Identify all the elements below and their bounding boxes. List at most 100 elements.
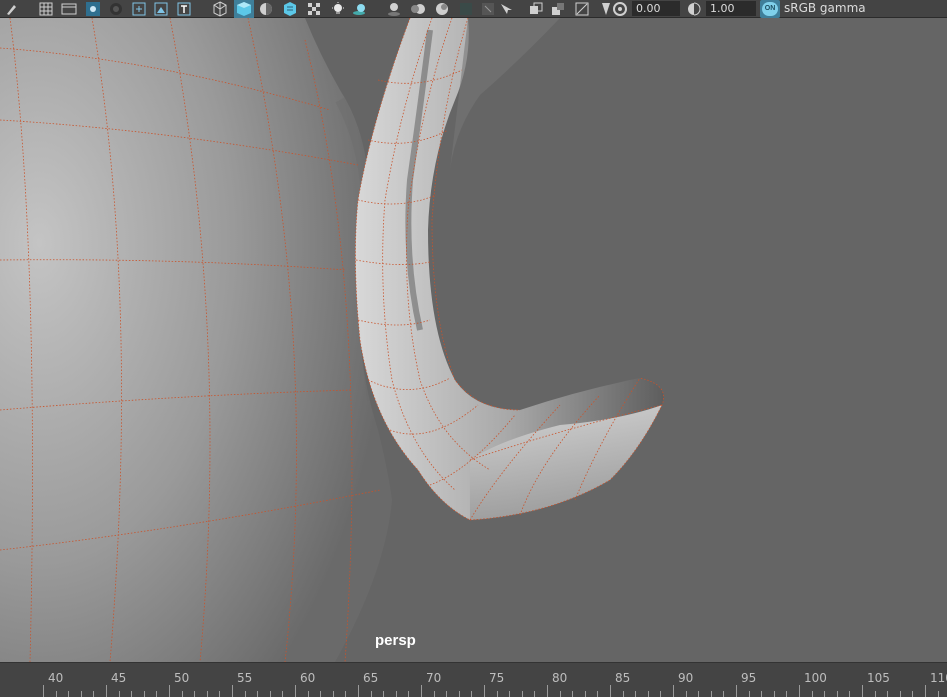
- time-tick-mark: [547, 685, 548, 697]
- time-tick-mark: [282, 691, 284, 697]
- safe-title-icon[interactable]: [153, 1, 169, 17]
- time-tick-mark: [761, 691, 763, 697]
- time-tick-mark: [320, 691, 322, 697]
- text-overlay-icon[interactable]: [176, 1, 192, 17]
- time-tick-mark: [685, 691, 687, 697]
- time-tick-label: 80: [552, 671, 568, 685]
- time-tick-mark: [131, 691, 133, 697]
- time-tick-mark: [610, 685, 611, 697]
- time-tick-mark: [169, 685, 170, 697]
- safe-action-icon[interactable]: [131, 1, 147, 17]
- motion-blur-icon[interactable]: [410, 1, 426, 17]
- time-tick-mark: [799, 685, 800, 697]
- anti-aliasing-icon[interactable]: [434, 1, 450, 17]
- time-tick-mark: [156, 691, 158, 697]
- view-transform-label[interactable]: sRGB gamma: [784, 1, 944, 16]
- time-tick-mark: [433, 691, 435, 697]
- time-tick-mark: [93, 691, 95, 697]
- field-chart-icon[interactable]: [108, 1, 124, 17]
- backface-icon[interactable]: [574, 1, 590, 17]
- camera-label: persp: [375, 632, 416, 649]
- gamma-icon[interactable]: [686, 1, 702, 17]
- resolution-gate-icon[interactable]: [85, 1, 101, 17]
- time-tick-mark: [421, 685, 422, 697]
- time-tick-mark: [710, 691, 712, 697]
- time-tick-mark: [899, 691, 901, 697]
- time-tick-label: 70: [426, 671, 442, 685]
- time-tick-mark: [874, 691, 876, 697]
- time-tick-mark: [106, 685, 107, 697]
- time-tick-mark: [912, 691, 914, 697]
- time-tick-label: 55: [237, 671, 253, 685]
- time-tick-label: 50: [174, 671, 190, 685]
- time-tick-mark: [748, 691, 750, 697]
- time-tick-mark: [295, 685, 296, 697]
- time-tick-mark: [55, 691, 57, 697]
- time-tick-mark: [232, 685, 233, 697]
- time-tick-mark: [80, 691, 82, 697]
- 3d-viewport[interactable]: persp: [0, 18, 947, 662]
- time-tick-label: 75: [489, 671, 505, 685]
- time-tick-mark: [181, 691, 183, 697]
- time-tick-mark: [849, 691, 851, 697]
- time-tick-mark: [496, 691, 498, 697]
- time-tick-mark: [925, 685, 926, 697]
- wireframe-icon[interactable]: [212, 1, 228, 17]
- ambient-occlusion-icon[interactable]: [386, 1, 402, 17]
- time-tick-label: 100: [804, 671, 827, 685]
- time-tick-mark: [723, 691, 725, 697]
- grid-icon[interactable]: [38, 1, 54, 17]
- checker-icon[interactable]: [306, 1, 322, 17]
- time-tick-mark: [862, 685, 863, 697]
- time-tick-mark: [307, 691, 309, 697]
- default-material-icon[interactable]: [258, 1, 274, 17]
- gamma-field[interactable]: 1.00: [706, 1, 756, 16]
- time-tick-mark: [370, 691, 372, 697]
- time-tick-mark: [534, 691, 536, 697]
- color-management-toggle[interactable]: ON: [760, 0, 780, 18]
- time-tick-label: 95: [741, 671, 757, 685]
- time-tick-mark: [647, 691, 649, 697]
- shadows-icon[interactable]: [352, 1, 368, 17]
- time-tick-mark: [143, 691, 145, 697]
- film-gate-icon[interactable]: [61, 1, 77, 17]
- lights-icon[interactable]: [330, 1, 346, 17]
- time-tick-label: 60: [300, 671, 316, 685]
- color-management-badge: ON: [762, 2, 778, 16]
- time-tick-label: 65: [363, 671, 379, 685]
- paint-brush-icon[interactable]: [3, 1, 19, 17]
- time-tick-mark: [736, 685, 737, 697]
- teapot-body: [0, 18, 392, 662]
- time-tick-label: 40: [48, 671, 64, 685]
- time-tick-mark: [559, 691, 561, 697]
- viewport-scene: persp: [0, 18, 665, 662]
- time-tick-label: 90: [678, 671, 694, 685]
- xray-icon[interactable]: [498, 1, 514, 17]
- time-tick-mark: [887, 691, 889, 697]
- time-tick-mark: [446, 691, 448, 697]
- time-tick-mark: [206, 691, 208, 697]
- isolate-select-icon[interactable]: [480, 1, 496, 17]
- time-slider[interactable]: 40 45 50 55 60 65 70 75 80 85 90 95 100 105 110: [0, 662, 947, 697]
- time-tick-mark: [584, 691, 586, 697]
- time-tick-mark: [458, 691, 460, 697]
- time-tick-mark: [408, 691, 410, 697]
- depth-of-field-icon[interactable]: [458, 1, 474, 17]
- time-tick-mark: [43, 685, 44, 697]
- time-tick-mark: [484, 685, 485, 697]
- time-tick-mark: [219, 691, 221, 697]
- time-tick-mark: [358, 685, 359, 697]
- time-tick-label: 45: [111, 671, 127, 685]
- time-tick-label: 85: [615, 671, 631, 685]
- exposure-icon[interactable]: [612, 1, 628, 17]
- time-tick-mark: [244, 691, 246, 697]
- textured-icon[interactable]: [282, 1, 298, 17]
- time-tick-mark: [811, 691, 813, 697]
- xray-joints-icon[interactable]: [528, 1, 544, 17]
- time-tick-mark: [68, 691, 70, 697]
- xray-components-icon[interactable]: [550, 1, 566, 17]
- time-tick-mark: [269, 691, 271, 697]
- time-tick-mark: [345, 691, 347, 697]
- exposure-field[interactable]: 0.00: [632, 1, 680, 16]
- smooth-shade-icon[interactable]: [234, 0, 254, 18]
